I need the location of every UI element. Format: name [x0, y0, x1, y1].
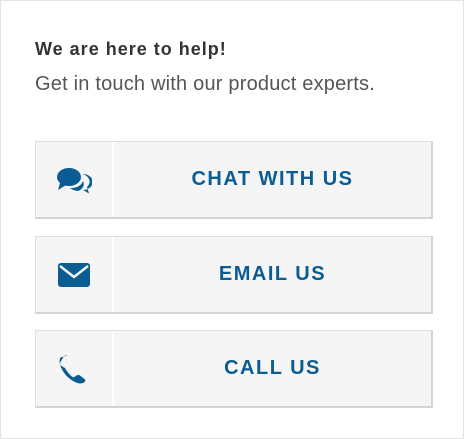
- phone-icon: [59, 354, 86, 383]
- help-heading: We are here to help!: [35, 39, 227, 59]
- phone-icon-cell: [36, 331, 114, 406]
- envelope-icon: [58, 262, 90, 287]
- chat-bubbles-icon: [57, 167, 92, 193]
- chat-with-us-button[interactable]: CHAT WITH US: [35, 141, 433, 219]
- call-us-label: CALL US: [224, 357, 321, 379]
- chat-with-us-label: CHAT WITH US: [191, 168, 354, 190]
- call-us-button[interactable]: CALL US: [35, 330, 433, 408]
- email-us-label: EMAIL US: [218, 263, 327, 285]
- help-subheading: Get in touch with our product experts.: [35, 73, 375, 95]
- help-panel: We are here to help! Get in touch with o…: [0, 0, 464, 439]
- chat-icon-cell: [36, 142, 114, 217]
- email-icon-cell: [36, 237, 114, 312]
- email-us-button[interactable]: EMAIL US: [35, 236, 433, 314]
